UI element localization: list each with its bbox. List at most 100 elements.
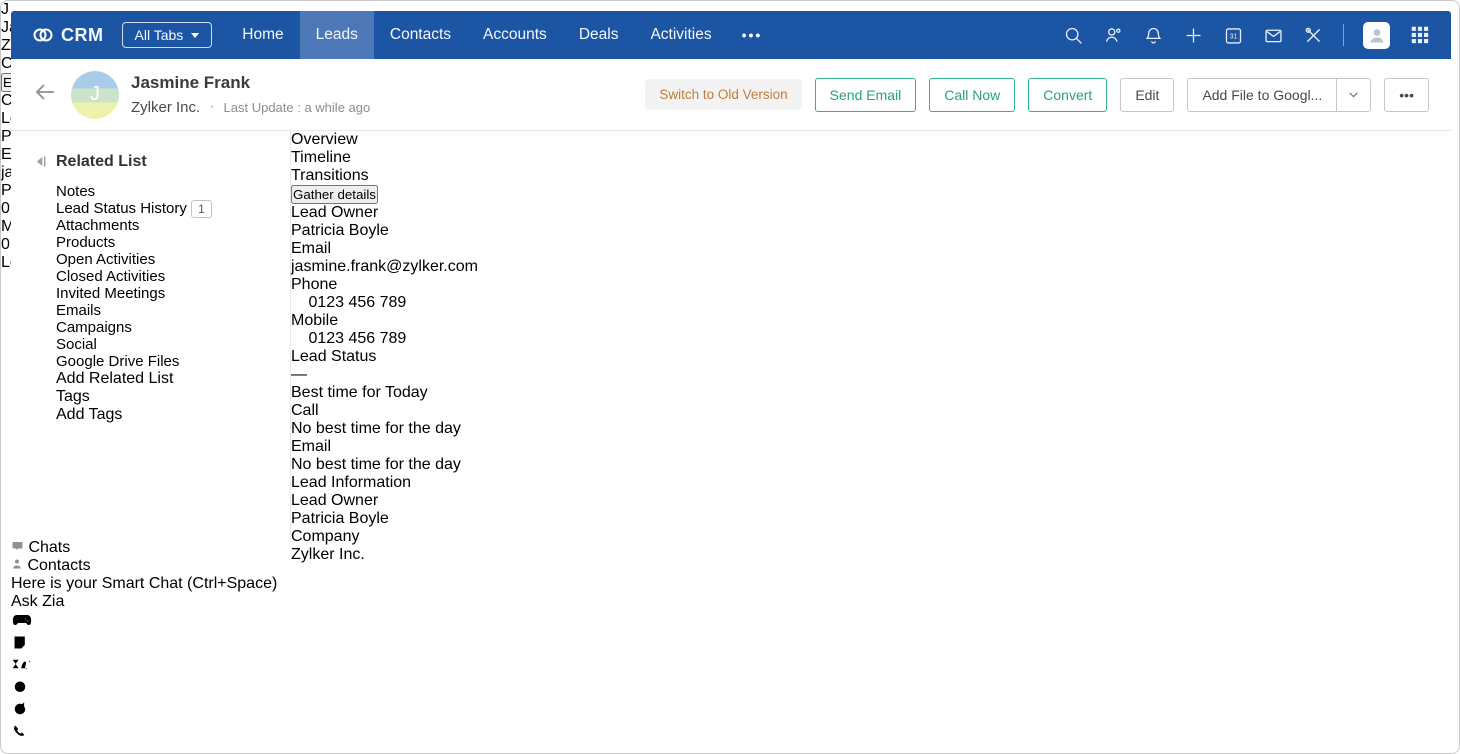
switch-old-version-button[interactable]: Switch to Old Version bbox=[645, 79, 802, 110]
detail-value: Patricia Boyle bbox=[291, 222, 389, 239]
top-navbar: CRM All Tabs Home Leads Contacts Account… bbox=[11, 11, 1451, 59]
sidebar-item-notes[interactable]: Notes bbox=[56, 183, 280, 200]
send-email-button[interactable]: Send Email bbox=[814, 77, 917, 112]
nav-overflow-menu[interactable]: ••• bbox=[728, 27, 777, 43]
sidebar-item-emails[interactable]: Emails bbox=[56, 302, 280, 319]
brand-label: CRM bbox=[61, 24, 104, 45]
history-icon[interactable] bbox=[11, 700, 1451, 723]
company-label: Company bbox=[291, 528, 360, 545]
tab-overview[interactable]: Overview bbox=[291, 131, 478, 149]
smart-chat-input[interactable]: Here is your Smart Chat (Ctrl+Space) bbox=[11, 575, 1451, 593]
nav-accounts[interactable]: Accounts bbox=[467, 11, 563, 59]
phone-panel-icon[interactable] bbox=[11, 723, 1451, 746]
separator-dot: · bbox=[209, 98, 215, 115]
record-header: J Jasmine Frank Zylker Inc. · Last Updat… bbox=[11, 59, 1451, 131]
crm-logo[interactable]: CRM bbox=[31, 23, 104, 47]
best-time-call-label: Call bbox=[291, 402, 319, 419]
tags-title: Tags bbox=[56, 388, 90, 405]
all-tabs-dropdown[interactable]: All Tabs bbox=[121, 22, 213, 48]
all-tabs-label: All Tabs bbox=[134, 27, 184, 43]
nav-leads[interactable]: Leads bbox=[299, 11, 374, 59]
sidebar-item-open-activities[interactable]: Open Activities bbox=[56, 251, 280, 268]
lead-information-title: Lead Information bbox=[291, 474, 412, 491]
today-link[interactable]: Today bbox=[385, 384, 428, 401]
nav-deals[interactable]: Deals bbox=[563, 11, 635, 59]
best-time-email-value: No best time for the day bbox=[291, 456, 461, 473]
convert-button[interactable]: Convert bbox=[1028, 77, 1108, 112]
call-now-button[interactable]: Call Now bbox=[929, 77, 1016, 112]
related-list-title: Related List bbox=[36, 153, 280, 171]
sidebar-item-attachments[interactable]: Attachments bbox=[56, 217, 280, 234]
gather-details-button[interactable]: Gather details bbox=[291, 185, 378, 204]
sidebar-item-google-drive-files[interactable]: Google Drive Files bbox=[56, 353, 280, 370]
notifications-bell-icon[interactable] bbox=[1143, 25, 1164, 46]
detail-label: Phone bbox=[291, 276, 338, 293]
nav-home[interactable]: Home bbox=[226, 11, 299, 59]
collapse-sidebar-icon[interactable] bbox=[34, 155, 47, 173]
edit-button[interactable]: Edit bbox=[1120, 77, 1175, 112]
lead-information-card: Lead Information Lead Owner Patricia Boy… bbox=[291, 474, 478, 564]
ask-zia-button[interactable]: Ask Zia bbox=[11, 593, 1451, 611]
lead-avatar: J bbox=[71, 70, 119, 119]
phone-call-icon[interactable] bbox=[291, 330, 308, 347]
more-actions-button[interactable]: ••• bbox=[1384, 77, 1429, 112]
zia-icon[interactable] bbox=[11, 656, 1451, 677]
detail-label: Lead Status bbox=[291, 348, 377, 365]
sidebar-item-social[interactable]: Social bbox=[56, 336, 280, 353]
add-file-chevron[interactable] bbox=[1336, 78, 1370, 111]
detail-row: Lead Owner Patricia Boyle bbox=[291, 204, 478, 240]
svg-text:31: 31 bbox=[1230, 33, 1238, 40]
chevron-down-icon bbox=[191, 32, 200, 38]
zoho-logo-icon bbox=[31, 23, 55, 47]
detail-row: Email jasmine.frank@zylker.com bbox=[291, 240, 478, 276]
detail-row: Mobile 0123 456 789 bbox=[291, 312, 478, 348]
key-details-card: Lead Owner Patricia Boyle Email jasmine.… bbox=[291, 204, 478, 384]
add-tags-link[interactable]: Add Tags bbox=[56, 406, 122, 423]
setup-tools-icon[interactable] bbox=[1303, 25, 1324, 46]
game-controller-icon[interactable] bbox=[11, 611, 1451, 634]
chats-tab[interactable]: Chats bbox=[11, 539, 1451, 557]
app-launcher-grid-icon[interactable] bbox=[1409, 24, 1431, 46]
sidebar-item-products[interactable]: Products bbox=[56, 234, 280, 251]
transitions-label: Transitions bbox=[291, 167, 369, 184]
chat-bubble-icon bbox=[12, 542, 23, 550]
chevron-down-icon bbox=[1349, 92, 1358, 98]
count-badge: 1 bbox=[191, 200, 212, 218]
detail-label: Lead Owner bbox=[291, 204, 379, 221]
users-icon[interactable] bbox=[1103, 25, 1124, 46]
contacts-person-icon bbox=[13, 559, 21, 569]
bottom-bar: Chats Contacts Here is your Smart Chat (… bbox=[11, 539, 1451, 746]
sidebar-item-invited-meetings[interactable]: Invited Meetings bbox=[56, 285, 280, 302]
detail-row: Phone 0123 456 789 bbox=[291, 276, 478, 312]
lead-owner-label: Lead Owner bbox=[291, 492, 379, 509]
navbar-divider bbox=[1343, 24, 1344, 46]
phone-number-blurred: 0123 456 789 bbox=[308, 294, 407, 311]
calendar-icon[interactable]: 31 bbox=[1223, 25, 1244, 46]
best-time-call-value: No best time for the day bbox=[291, 420, 461, 437]
chats-label: Chats bbox=[28, 539, 71, 556]
sidebar-item-campaigns[interactable]: Campaigns bbox=[56, 319, 280, 336]
detail-label: Mobile bbox=[291, 312, 339, 329]
contacts-tab[interactable]: Contacts bbox=[11, 557, 1451, 575]
sidebar-item-lead-status-history[interactable]: Lead Status History 1 bbox=[56, 200, 280, 218]
search-icon[interactable] bbox=[1063, 25, 1084, 46]
quick-add-plus-icon[interactable] bbox=[1183, 25, 1204, 46]
lead-company: Zylker Inc. bbox=[131, 98, 201, 116]
add-file-split-button: Add File to Googl... bbox=[1187, 77, 1372, 112]
back-arrow-icon[interactable] bbox=[33, 80, 57, 109]
nav-activities[interactable]: Activities bbox=[634, 11, 727, 59]
email-link[interactable]: jasmine.frank@zylker.com bbox=[291, 258, 478, 275]
tab-timeline[interactable]: Timeline bbox=[291, 149, 478, 167]
email-envelope-icon[interactable] bbox=[1263, 25, 1284, 46]
record-detail-main: Overview Timeline Transitions Gather det… bbox=[291, 131, 478, 563]
sidebar-item-closed-activities[interactable]: Closed Activities bbox=[56, 268, 280, 285]
user-avatar[interactable] bbox=[1363, 21, 1390, 49]
add-file-button[interactable]: Add File to Googl... bbox=[1188, 79, 1336, 111]
last-update-text: Last Update : a while ago bbox=[223, 99, 371, 115]
sticky-note-icon[interactable] bbox=[11, 634, 1451, 656]
mobile-number-blurred: 0123 456 789 bbox=[308, 330, 407, 347]
alarm-clock-icon[interactable] bbox=[11, 677, 1451, 700]
nav-contacts[interactable]: Contacts bbox=[374, 11, 467, 59]
phone-call-icon[interactable] bbox=[291, 294, 308, 311]
add-related-list-link[interactable]: Add Related List bbox=[56, 370, 173, 387]
